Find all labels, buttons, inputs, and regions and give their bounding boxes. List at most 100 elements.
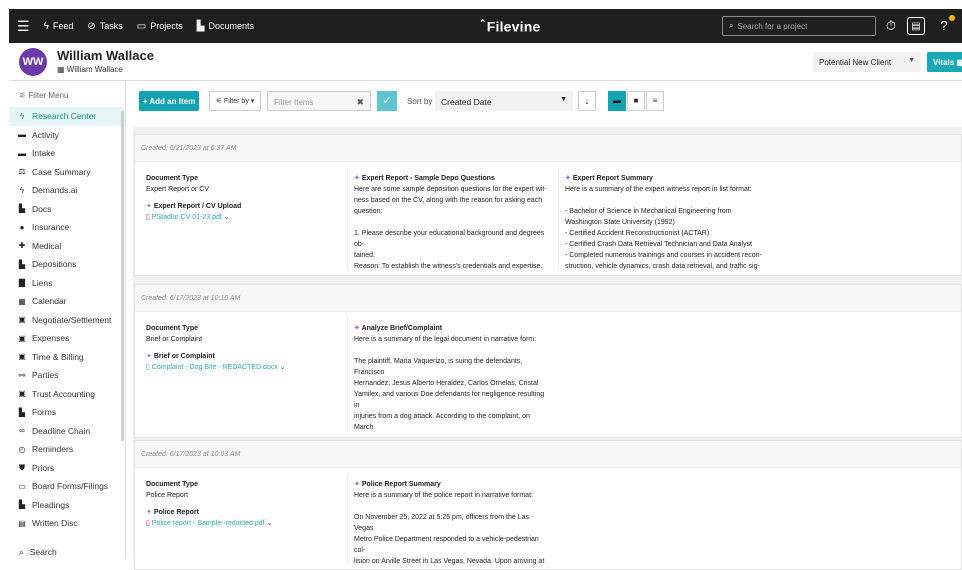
summary-text: Here is a summary of the legal document … bbox=[354, 336, 545, 431]
messages-icon[interactable]: ▤ bbox=[907, 17, 925, 35]
view-medium-button[interactable]: ■ bbox=[627, 91, 645, 111]
sidebar-item-parties[interactable]: ⚯ Parties bbox=[9, 366, 125, 385]
ai-summary-column: ✦ Expert Report Summary Here is a summary… bbox=[565, 173, 765, 273]
nav-tasks[interactable]: ⊘ Tasks bbox=[87, 21, 122, 32]
sidebar-scrollbar[interactable] bbox=[121, 111, 124, 441]
research-card[interactable]: Created: 6/17/2023 at 10:10 AM Document T… bbox=[134, 284, 962, 438]
chevron-down-icon[interactable]: ⌄ bbox=[280, 364, 286, 371]
card-document-column: Document Type Expert Report or CV ✦ Expert… bbox=[146, 173, 336, 223]
sort-direction-icon: ↓ bbox=[584, 96, 590, 106]
file-link[interactable]: ▯ PStadlor CV 01-23.pdf ⌄ bbox=[146, 212, 336, 223]
sort-select[interactable]: Created Date ▼ bbox=[435, 91, 573, 111]
search-icon: ⌕ bbox=[19, 546, 24, 557]
sidebar-item-board-forms-filings[interactable]: ▭ Board Forms/Filings bbox=[9, 477, 125, 496]
chat-icon: ▬ bbox=[18, 148, 26, 158]
sidebar-item-written-disc[interactable]: ▤ Written Disc bbox=[9, 514, 125, 533]
sidebar-item-docs[interactable]: ▙ Docs bbox=[9, 200, 125, 219]
sidebar-item-expenses[interactable]: ▣ Expenses bbox=[9, 329, 125, 348]
sidebar-item-activity[interactable]: ▬ Activity bbox=[9, 126, 125, 145]
project-search-input[interactable] bbox=[737, 21, 858, 31]
avatar[interactable]: WW bbox=[19, 48, 47, 76]
sidebar-item-label: Written Disc bbox=[32, 518, 78, 529]
sidebar-item-research-center[interactable]: ϟ Research Center bbox=[9, 107, 125, 126]
card-created-date: Created: 6/17/2023 at 10:03 AM bbox=[135, 441, 961, 468]
sidebar-item-reminders[interactable]: ◴ Reminders bbox=[9, 440, 125, 459]
column-divider bbox=[347, 318, 348, 432]
research-card[interactable]: Created: 6/17/2023 at 10:03 AM Document T… bbox=[134, 440, 962, 570]
hamburger-menu-icon[interactable]: ☰ bbox=[17, 18, 30, 35]
scale-icon: ⚖ bbox=[18, 167, 26, 177]
apply-filter-button[interactable]: ✓ bbox=[377, 91, 397, 111]
phase-select[interactable]: Potential New Client ▼ bbox=[813, 52, 921, 72]
sort-direction-button[interactable]: ↓ bbox=[578, 91, 596, 111]
sparkle-icon: ✦ bbox=[354, 325, 362, 332]
clear-icon[interactable]: ✖ bbox=[356, 97, 364, 108]
file-link[interactable]: ▯ Police report - Sample--redacted.pdf ⌄ bbox=[146, 518, 336, 529]
chain-icon: ∞ bbox=[19, 426, 25, 436]
nav-documents[interactable]: ▙ Documents bbox=[197, 21, 254, 32]
bolt-icon: ϟ bbox=[43, 20, 49, 32]
sidebar-item-label: Calendar bbox=[32, 296, 67, 307]
sidebar-item-priors[interactable]: ⛊ Priors bbox=[9, 459, 125, 478]
money-icon: ▣ bbox=[18, 352, 26, 362]
filter-menu[interactable]: ⚟ Filter Menu bbox=[9, 81, 125, 107]
upload-label: ✦ Police Report bbox=[146, 509, 199, 516]
sidebar-item-depositions[interactable]: ▙ Depositions bbox=[9, 255, 125, 274]
help-icon[interactable]: ? bbox=[935, 15, 955, 35]
sidebar-item-label: Parties bbox=[32, 370, 59, 381]
sidebar-item-demands-ai[interactable]: ϟ Demands.ai bbox=[9, 181, 125, 200]
filter-icon: ⚟ bbox=[215, 98, 222, 105]
sidebar-item-label: Expenses bbox=[32, 333, 70, 344]
section-toolbar: + Add an Item ⚟ Filter by ▾ Filter Items… bbox=[139, 91, 962, 111]
card-document-column: Document Type Police Report ✦ Police Repor… bbox=[146, 479, 336, 529]
alert-icon: ● bbox=[19, 222, 25, 232]
doc-type-value: Police Report bbox=[146, 492, 189, 499]
sidebar-item-liens[interactable]: ▇ Liens bbox=[9, 274, 125, 293]
sidebar-item-intake[interactable]: ▬ Intake bbox=[9, 144, 125, 163]
sidebar-item-label: Deadline Chain bbox=[32, 425, 91, 436]
sidebar-item-calendar[interactable]: ▦ Calendar bbox=[9, 292, 125, 311]
view-compact-button[interactable]: ▬ bbox=[608, 91, 626, 111]
sidebar-item-time-billing[interactable]: ▣ Time & Billing bbox=[9, 348, 125, 367]
ai-summary-column: ✦ Expert Report - Sample Depo Questions H… bbox=[354, 173, 550, 273]
summary-title: ✦ Expert Report Summary bbox=[565, 175, 653, 182]
view-list-button[interactable]: ≡ bbox=[646, 91, 664, 111]
chevron-down-icon[interactable]: ⌄ bbox=[267, 520, 273, 527]
ai-summary-column: ✦ Analyze Brief/Complaint Here is a summa… bbox=[354, 323, 550, 435]
chevron-down-icon[interactable]: ⌄ bbox=[224, 214, 230, 221]
sidebar-item-label: Docs bbox=[32, 203, 52, 214]
sidebar-item-label: Reminders bbox=[32, 444, 74, 455]
sidebar-item-insurance[interactable]: ● Insurance bbox=[9, 218, 125, 237]
sidebar-item-trust-accounting[interactable]: ▣ Trust Accounting bbox=[9, 385, 125, 404]
sidebar-search[interactable]: ⌕ Search bbox=[19, 545, 57, 559]
sparkle-icon: ✦ bbox=[146, 353, 154, 360]
sidebar-item-negotiate-settlement[interactable]: ▣ Negotiate/Settlement bbox=[9, 311, 125, 330]
project-search[interactable]: ⌕ bbox=[722, 16, 876, 36]
nav-projects[interactable]: ▭ Projects bbox=[137, 21, 183, 32]
filter-by-button[interactable]: ⚟ Filter by ▾ bbox=[209, 91, 261, 111]
sidebar-item-pleadings[interactable]: ▙ Pleadings bbox=[9, 496, 125, 515]
client-name: ▦ William Wallace bbox=[57, 65, 123, 74]
sidebar-item-medical[interactable]: ✚ Medical bbox=[9, 237, 125, 256]
file-link[interactable]: ▯ Complaint - Dog Bite - REDACTED.docx ⌄ bbox=[146, 362, 336, 373]
brand-logo[interactable]: ⌃Filevine bbox=[479, 18, 540, 35]
notification-dot bbox=[949, 15, 955, 21]
project-name: William Wallace bbox=[57, 48, 154, 63]
sidebar-item-case-summary[interactable]: ⚖ Case Summary bbox=[9, 163, 125, 182]
research-card[interactable]: Created: 6/21/2023 at 6:37 AM Document Ty… bbox=[134, 134, 962, 276]
add-item-button[interactable]: + Add an Item bbox=[139, 91, 199, 111]
medical-icon: ✚ bbox=[18, 241, 26, 251]
card-created-date: Created: 6/17/2023 at 10:10 AM bbox=[135, 285, 961, 312]
sparkle-icon: ✦ bbox=[354, 481, 362, 488]
section-feed: Created: 6/21/2023 at 6:37 AM Document Ty… bbox=[133, 127, 962, 570]
timer-icon[interactable]: ⏱ bbox=[882, 17, 900, 35]
sidebar-item-label: Time & Billing bbox=[32, 351, 84, 362]
chat-icon: ▬ bbox=[18, 130, 26, 140]
nav-feed[interactable]: ϟ Feed bbox=[44, 21, 74, 32]
vitals-button[interactable]: Vitals ▦ bbox=[927, 52, 962, 72]
sidebar-item-forms[interactable]: ▙ Forms bbox=[9, 403, 125, 422]
sidebar-item-label: Research Center bbox=[32, 111, 97, 122]
sidebar-item-label: Negotiate/Settlement bbox=[32, 314, 112, 325]
filter-items-input[interactable]: Filter Items ✖ bbox=[267, 91, 371, 111]
sidebar-item-deadline-chain[interactable]: ∞ Deadline Chain bbox=[9, 422, 125, 441]
